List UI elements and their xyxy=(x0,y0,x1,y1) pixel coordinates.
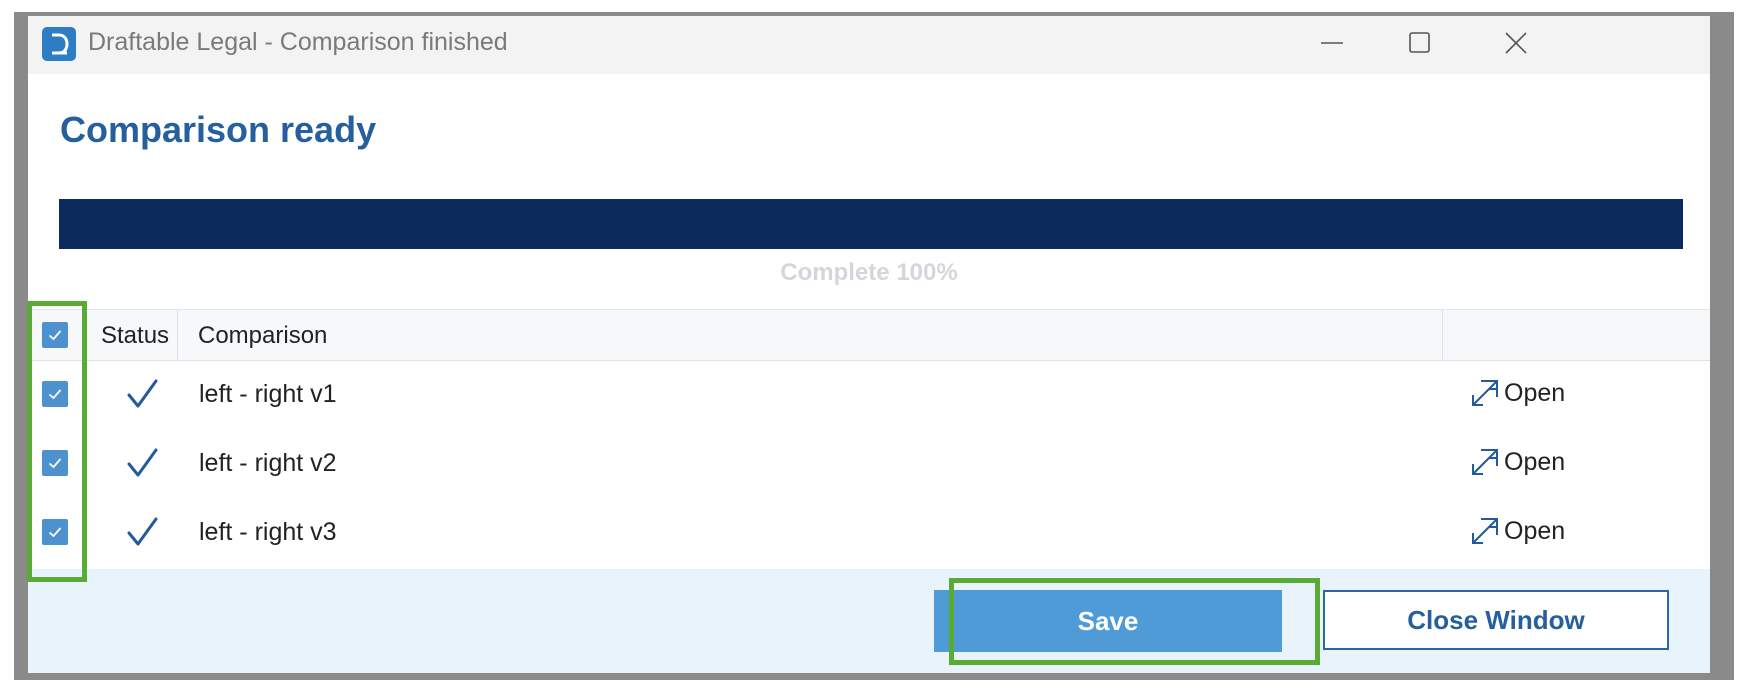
progress-bar-fill xyxy=(59,199,1683,249)
comparison-name: left - right v2 xyxy=(199,449,337,477)
checkbox-checked-icon xyxy=(48,527,62,538)
close-icon xyxy=(1505,32,1527,54)
open-external-icon xyxy=(1472,380,1498,406)
checkbox-checked-icon xyxy=(48,458,62,469)
checkmark-icon xyxy=(127,448,158,477)
column-separator xyxy=(1442,310,1443,360)
save-button[interactable]: Save xyxy=(934,590,1282,652)
checkmark-icon xyxy=(127,379,158,408)
column-header-status[interactable]: Status xyxy=(101,322,169,350)
title-bar: Draftable Legal - Comparison finished xyxy=(28,16,1710,74)
table-row: left - right v1 Open xyxy=(28,360,1710,429)
minimize-icon xyxy=(1321,42,1343,44)
open-comparison-link[interactable]: Open xyxy=(1470,516,1565,546)
checkbox-checked-icon xyxy=(48,330,62,341)
progress-label: Complete 100% xyxy=(780,259,958,286)
column-header-comparison[interactable]: Comparison xyxy=(198,322,327,350)
close-window-titlebar-button[interactable] xyxy=(1484,21,1548,65)
dialog-window: Draftable Legal - Comparison finished Co… xyxy=(28,16,1710,673)
row-checkbox[interactable] xyxy=(42,381,68,407)
page-title: Comparison ready xyxy=(60,109,377,150)
open-external-icon xyxy=(1472,449,1498,475)
minimize-button[interactable] xyxy=(1300,21,1364,65)
table-header: Status Comparison xyxy=(28,309,1710,361)
checkmark-icon xyxy=(127,517,158,546)
draftable-logo-icon xyxy=(42,27,76,61)
row-checkbox[interactable] xyxy=(42,450,68,476)
open-link-label: Open xyxy=(1504,447,1566,476)
comparison-name: left - right v1 xyxy=(199,380,337,408)
open-comparison-link[interactable]: Open xyxy=(1470,378,1565,408)
open-external-icon xyxy=(1472,518,1498,544)
maximize-button[interactable] xyxy=(1388,21,1452,65)
open-link-label: Open xyxy=(1504,378,1566,407)
comparison-name: left - right v3 xyxy=(199,518,337,546)
column-separator xyxy=(82,310,83,360)
table-row: left - right v3 Open xyxy=(28,498,1710,567)
checkbox-checked-icon xyxy=(48,389,62,400)
column-separator xyxy=(177,310,178,360)
progress-bar xyxy=(59,199,1683,249)
select-all-checkbox[interactable] xyxy=(42,322,68,348)
open-comparison-link[interactable]: Open xyxy=(1470,447,1565,477)
maximize-icon xyxy=(1409,32,1430,53)
close-window-button[interactable]: Close Window xyxy=(1323,590,1669,650)
window-title: Draftable Legal - Comparison finished xyxy=(88,28,508,56)
open-link-label: Open xyxy=(1504,516,1566,545)
row-checkbox[interactable] xyxy=(42,519,68,545)
table-row: left - right v2 Open xyxy=(28,429,1710,498)
